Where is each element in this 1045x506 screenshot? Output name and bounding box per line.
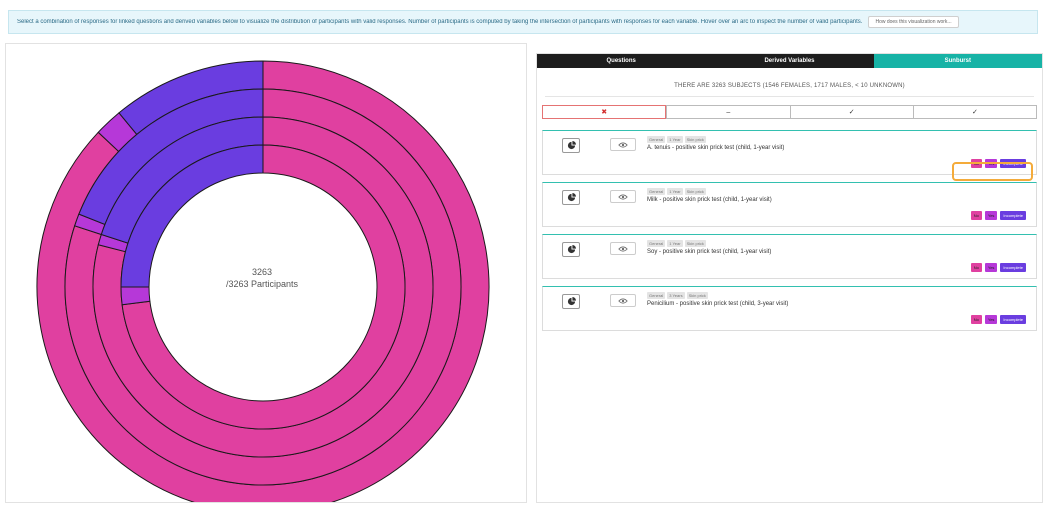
pie-chart-icon — [567, 297, 576, 306]
tab-bar: Questions Derived Variables Sunburst — [537, 54, 1042, 68]
response-yes-button[interactable]: Yes — [984, 315, 998, 324]
variable-title: Milk - positive skin prick test (child, … — [647, 197, 772, 203]
variable-card: General 1 Year Skin prick A. tenuis - po… — [542, 130, 1037, 175]
response-legend: No Yes Incomplete — [970, 211, 1026, 220]
filter-no-button[interactable]: ✖ — [542, 105, 667, 119]
info-text: Select a combination of responses for li… — [17, 19, 863, 25]
chart-toggle-button[interactable] — [562, 138, 580, 153]
response-no-button[interactable]: No — [970, 159, 982, 168]
tag-list: General 3 Years Skin prick — [647, 292, 708, 299]
filter-yes-button[interactable]: ✓ — [789, 106, 913, 118]
response-yes-button[interactable]: Yes — [984, 211, 998, 220]
filter-clear-button[interactable]: – — [666, 106, 789, 118]
participant-count: 3263 /3263 Participants — [212, 266, 312, 290]
response-yes-button[interactable]: Yes — [984, 263, 998, 272]
pie-chart-icon — [567, 245, 576, 254]
tag: General — [647, 188, 666, 195]
tag-list: General 1 Year Skin prick — [647, 136, 706, 143]
response-no-button[interactable]: No — [970, 263, 982, 272]
variable-title: Soy - positive skin prick test (child, 1… — [647, 249, 772, 255]
tag: 1 Year — [667, 240, 683, 247]
response-yes-button[interactable]: Yes — [984, 159, 998, 168]
eye-icon — [618, 194, 628, 199]
pie-chart-icon — [567, 141, 576, 150]
variable-card: General 1 Year Skin prick Soy - positive… — [542, 234, 1037, 279]
variable-card: General 3 Years Skin prick Penicilium - … — [542, 286, 1037, 331]
divider — [545, 96, 1034, 97]
response-legend: No Yes Incomplete — [970, 263, 1026, 272]
response-incomplete-button[interactable]: Incomplete — [1000, 211, 1026, 220]
response-no-button[interactable]: No — [970, 315, 982, 324]
variable-card: General 1 Year Skin prick Milk - positiv… — [542, 182, 1037, 227]
tag: Skin prick — [686, 292, 708, 299]
eye-icon — [618, 298, 628, 303]
preview-button[interactable] — [610, 190, 636, 203]
filter-all-button[interactable]: ✓ — [912, 106, 1036, 118]
tag-list: General 1 Year Skin prick — [647, 240, 706, 247]
participant-count-total: /3263 Participants — [225, 279, 299, 289]
response-incomplete-button[interactable]: Incomplete — [1000, 315, 1026, 324]
preview-button[interactable] — [610, 138, 636, 151]
tab-derived-variables[interactable]: Derived Variables — [705, 54, 874, 68]
preview-button[interactable] — [610, 294, 636, 307]
subjects-summary: THERE ARE 3263 SUBJECTS (1546 FEMALES, 1… — [674, 83, 905, 89]
response-no-button[interactable]: No — [970, 211, 982, 220]
tag: Skin prick — [684, 136, 706, 143]
tag: 1 Year — [667, 188, 683, 195]
eye-icon — [618, 142, 628, 147]
variable-title: A. tenuis - positive skin prick test (ch… — [647, 145, 785, 151]
help-button[interactable]: How does this visualization work... — [868, 16, 959, 28]
tag-list: General 1 Year Skin prick — [647, 188, 706, 195]
tab-sunburst[interactable]: Sunburst — [873, 54, 1042, 68]
variable-title: Penicilium - positive skin prick test (c… — [647, 301, 789, 307]
tag: Skin prick — [684, 188, 706, 195]
pie-chart-icon — [567, 193, 576, 202]
tab-questions[interactable]: Questions — [537, 54, 706, 68]
response-legend: No Yes Incomplete — [970, 315, 1026, 324]
response-filter-row: ✖ – ✓ ✓ — [542, 105, 1037, 119]
tag: General — [647, 292, 666, 299]
response-legend: No Yes Incomplete — [970, 159, 1026, 168]
tag: Skin prick — [684, 240, 706, 247]
response-incomplete-button[interactable]: Incomplete — [1000, 263, 1026, 272]
preview-button[interactable] — [610, 242, 636, 255]
response-incomplete-button[interactable]: Incomplete — [1000, 159, 1026, 168]
sunburst-panel: 3263 /3263 Participants — [5, 43, 527, 503]
tag: 3 Years — [667, 292, 685, 299]
tag: General — [647, 240, 666, 247]
controls-panel: Questions Derived Variables Sunburst THE… — [536, 53, 1043, 503]
chart-toggle-button[interactable] — [562, 242, 580, 257]
info-banner: Select a combination of responses for li… — [8, 10, 1038, 34]
chart-toggle-button[interactable] — [562, 294, 580, 309]
participant-count-value: 3263 — [251, 267, 273, 277]
eye-icon — [618, 246, 628, 251]
variable-list: General 1 Year Skin prick A. tenuis - po… — [542, 130, 1037, 338]
chart-toggle-button[interactable] — [562, 190, 580, 205]
tag: General — [647, 136, 666, 143]
tag: 1 Year — [667, 136, 683, 143]
sunburst-arc-yes[interactable] — [120, 286, 151, 306]
